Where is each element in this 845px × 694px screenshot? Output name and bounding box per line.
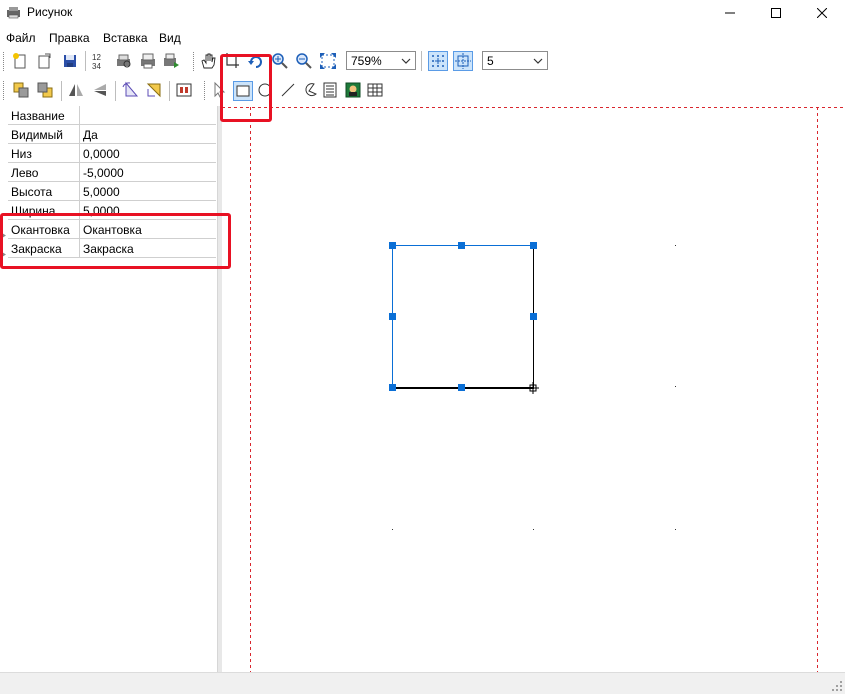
grid-step-combo[interactable]: 5 [482, 51, 548, 70]
export-icon[interactable] [162, 52, 180, 70]
rotate-left-icon[interactable] [121, 81, 139, 99]
menu-insert[interactable]: Вставка [103, 31, 148, 45]
new-icon[interactable] [11, 52, 29, 70]
property-name: Низ [11, 147, 32, 161]
property-value[interactable]: 5,0000 [83, 185, 120, 199]
table-icon[interactable] [366, 81, 384, 99]
numbering-icon[interactable]: 12 34 [91, 52, 109, 70]
minimize-button[interactable] [707, 0, 753, 26]
snap-grid-icon[interactable] [428, 51, 448, 71]
property-name: Видимый [11, 128, 63, 142]
property-value[interactable]: Да [83, 128, 98, 142]
zoom-in-icon[interactable] [271, 52, 289, 70]
status-bar [0, 672, 845, 694]
text-icon[interactable] [321, 81, 339, 99]
property-row[interactable]: Название [0, 106, 217, 125]
window-title: Рисунок [27, 5, 73, 19]
chevron-down-icon [533, 55, 543, 69]
property-value[interactable]: 0,0000 [83, 147, 120, 161]
open-icon[interactable] [35, 52, 53, 70]
menu-edit[interactable]: Правка [49, 31, 90, 45]
property-row[interactable]: Высота 5,0000 [0, 182, 217, 201]
print-preview-icon[interactable] [115, 52, 133, 70]
grid-step-value: 5 [487, 54, 494, 68]
align-icon[interactable] [175, 81, 193, 99]
save-icon[interactable] [61, 52, 79, 70]
fit-icon[interactable] [319, 52, 337, 70]
zoom-value: 759% [351, 54, 382, 68]
property-row[interactable]: Низ 0,0000 [0, 144, 217, 163]
toolbar-grip[interactable] [3, 52, 7, 71]
property-row[interactable]: Видимый Да [0, 125, 217, 144]
resize-grip-icon [832, 681, 842, 691]
arc-icon[interactable] [301, 81, 319, 99]
svg-text:34: 34 [92, 62, 101, 70]
selection-handles[interactable] [389, 242, 537, 391]
property-value[interactable]: -5,0000 [83, 166, 124, 180]
property-name: Название [11, 109, 65, 123]
property-row[interactable]: Лево -5,0000 [0, 163, 217, 182]
property-name: Высота [11, 185, 53, 199]
drawing-canvas[interactable] [222, 104, 845, 672]
selected-rectangle[interactable] [392, 245, 534, 389]
send-back-icon[interactable] [36, 81, 54, 99]
property-name: Лево [11, 166, 39, 180]
menu-file[interactable]: Файл [6, 31, 36, 45]
svg-text:12: 12 [92, 53, 101, 62]
highlight-border-fill-properties [0, 213, 231, 269]
pan-hand-icon[interactable] [199, 52, 217, 70]
close-button[interactable] [799, 0, 845, 26]
highlight-rectangle-tool [220, 54, 272, 122]
menu-bar: Файл Правка Вставка Вид [0, 28, 845, 47]
flip-vertical-icon[interactable] [91, 81, 109, 99]
main-toolbar: 12 34 759% 5 [0, 48, 845, 75]
drawing-toolbar [0, 77, 845, 104]
bring-front-icon[interactable] [12, 81, 30, 99]
app-icon [6, 6, 21, 19]
line-icon[interactable] [279, 81, 297, 99]
snap-object-icon[interactable] [453, 51, 473, 71]
rotate-right-icon[interactable] [145, 81, 163, 99]
print-icon[interactable] [139, 52, 157, 70]
maximize-button[interactable] [753, 0, 799, 26]
image-icon[interactable] [344, 81, 362, 99]
title-bar[interactable]: Рисунок [0, 0, 845, 26]
chevron-down-icon [401, 55, 411, 69]
menu-view[interactable]: Вид [159, 31, 181, 45]
zoom-out-icon[interactable] [295, 52, 313, 70]
flip-horizontal-icon[interactable] [67, 81, 85, 99]
move-cursor-icon [527, 382, 539, 394]
zoom-combo[interactable]: 759% [346, 51, 416, 70]
